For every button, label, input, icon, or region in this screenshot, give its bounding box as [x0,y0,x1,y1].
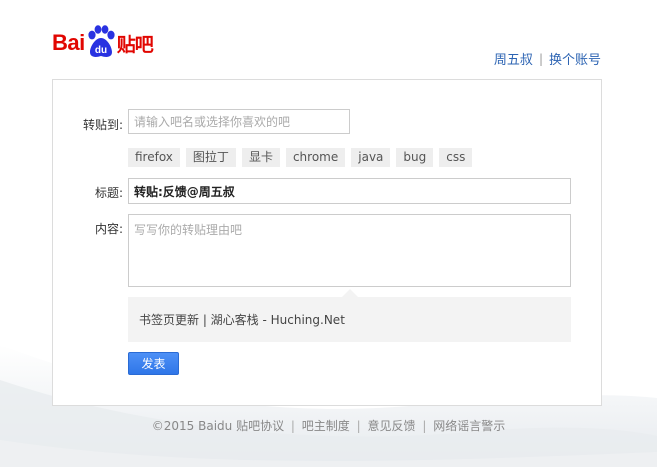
content-label: 内容: [94,222,123,236]
userbar-divider: | [538,51,543,66]
footer-link-moderator-rules[interactable]: 吧主制度 [302,419,350,433]
footer-link-feedback[interactable]: 意见反馈 [368,419,416,433]
target-bar-input[interactable] [128,109,350,134]
logo-du-text: du [95,45,107,56]
baidu-paw-icon: du [86,25,116,59]
logo-tieba-text: 贴吧 [116,33,154,56]
footer-link-agreement[interactable]: 贴吧协议 [236,419,284,433]
submit-button[interactable]: 发表 [128,352,179,375]
repost-panel: 转贴到: firefox 图拉丁 显卡 chrome java bug css … [52,79,602,406]
quoted-post-text: 书签页更新 | 湖心客栈 - Huching.Net [139,313,345,327]
footer: ©2015 Baidu 贴吧协议 | 吧主制度 | 意见反馈 | 网络谣言警示 [0,417,657,434]
tag-item[interactable]: css [439,148,473,167]
footer-divider: | [290,419,295,433]
tag-item[interactable]: chrome [285,148,346,167]
tag-item[interactable]: 显卡 [241,148,280,167]
logo-bai-text: Bai [52,30,85,55]
baidu-tieba-logo[interactable]: Bai du 贴吧 [52,22,154,64]
tag-item[interactable]: java [351,148,391,167]
username-link[interactable]: 周五叔 [494,49,533,68]
tag-item[interactable]: 图拉丁 [185,148,236,167]
title-input[interactable] [128,178,571,204]
tag-item[interactable]: firefox [128,148,180,167]
switch-account-link[interactable]: 换个账号 [549,49,601,68]
suggested-tags: firefox 图拉丁 显卡 chrome java bug css [128,148,473,167]
content-textarea[interactable] [128,214,571,287]
quote-arrow [342,289,358,297]
footer-link-rumor-warning[interactable]: 网络谣言警示 [433,419,505,433]
footer-divider: | [422,419,427,433]
footer-divider: | [356,419,361,433]
quoted-post-box: 书签页更新 | 湖心客栈 - Huching.Net [128,297,571,342]
title-label: 标题: [94,186,123,200]
target-label: 转贴到: [82,118,123,132]
user-bar: 周五叔 | 换个账号 [494,49,601,69]
tag-item[interactable]: bug [396,148,434,167]
copyright-text: ©2015 Baidu [151,419,233,433]
